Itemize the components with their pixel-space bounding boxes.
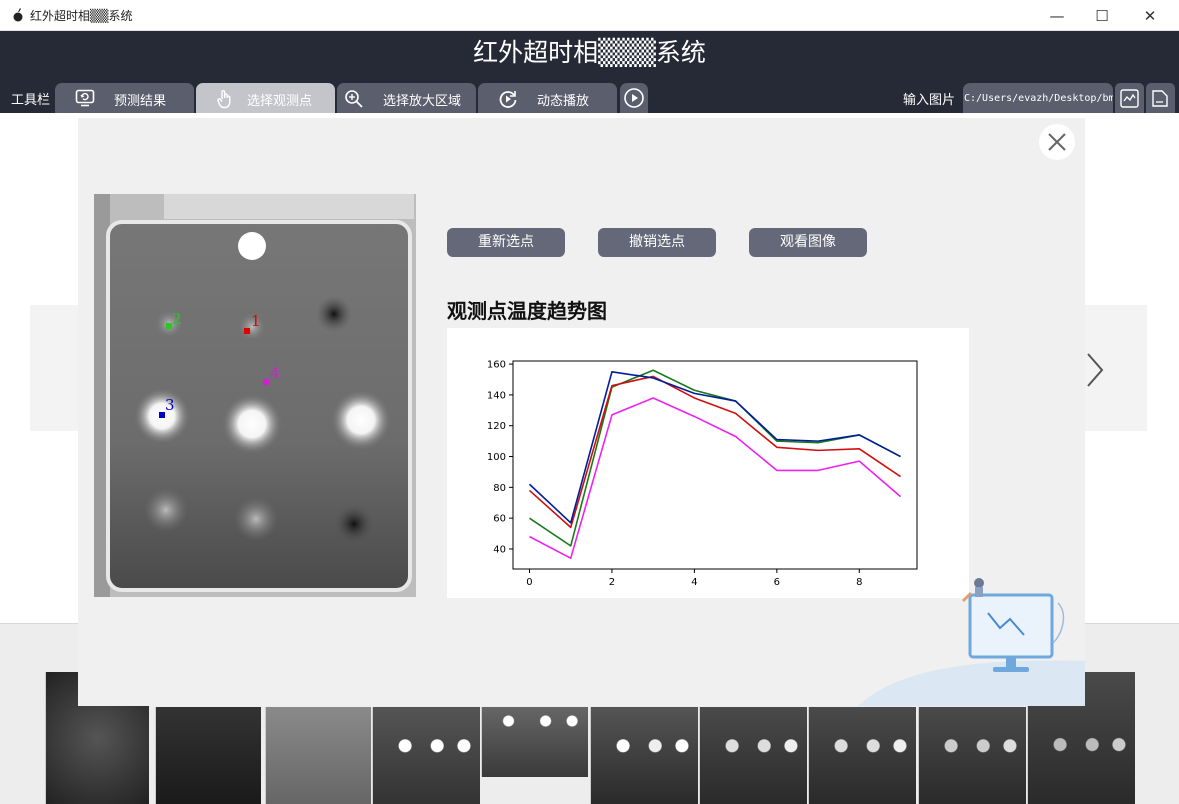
thumbnail[interactable]	[918, 707, 1026, 804]
app-window: 红外超时相▒▒系统 — ☐ ✕ 红外超时相▒▒▒系统 工具栏 预测结果 选择观测…	[0, 0, 1179, 804]
series-line-4	[528, 370, 901, 524]
open-file-button[interactable]	[1146, 83, 1175, 113]
thumbnail[interactable]	[265, 707, 371, 804]
y-tick-label: 160	[487, 360, 506, 371]
undo-point-button[interactable]: 撤销选点	[598, 228, 716, 257]
x-tick-label: 6	[774, 577, 780, 588]
infrared-image-canvas[interactable]: 1 2 3 4	[94, 194, 416, 597]
reselect-points-button[interactable]: 重新选点	[447, 228, 565, 257]
input-image-label: 输入图片	[903, 93, 956, 108]
select-point-button[interactable]: 选择观测点	[196, 83, 335, 113]
y-tick-label: 120	[487, 421, 506, 432]
select-zoom-area-button[interactable]: 选择放大区域	[337, 83, 476, 113]
y-tick-label: 40	[493, 544, 506, 555]
window-title-bar: 红外超时相▒▒系统 — ☐ ✕	[0, 0, 1179, 31]
y-tick-label: 140	[487, 390, 506, 401]
view-image-button[interactable]: 观看图像	[749, 228, 867, 257]
thumbnail[interactable]	[481, 707, 588, 777]
zoom-in-icon	[345, 90, 363, 108]
infrared-image[interactable]: 1 2 3 4	[94, 194, 416, 597]
close-icon	[1048, 133, 1066, 151]
series-line-2	[528, 375, 901, 529]
dynamic-play-button[interactable]: 动态播放	[478, 83, 617, 113]
app-title: 红外超时相▒▒▒系统	[473, 38, 706, 67]
thumbnail[interactable]	[699, 707, 807, 804]
x-tick-label: 0	[526, 577, 532, 588]
replay-icon	[499, 91, 517, 108]
select-point-label: 选择观测点	[247, 94, 313, 109]
open-file-icon	[1152, 90, 1168, 107]
play-button[interactable]	[620, 83, 648, 113]
monitor-refresh-icon	[75, 89, 95, 107]
point-label: 3	[165, 396, 175, 414]
thumbnail[interactable]	[155, 707, 261, 804]
chart-title: 观测点温度趋势图	[447, 299, 607, 323]
hand-pointer-icon	[217, 90, 231, 109]
predict-result-label: 预测结果	[114, 94, 167, 109]
app-header: 红外超时相▒▒▒系统 工具栏 预测结果 选择观测点 选择放大区域 动态播放 输入…	[0, 31, 1179, 113]
point-label: 1	[251, 312, 261, 330]
observation-point-dialog: 1 2 3 4 重新选点 撤销选点 观看图像 观测点温度趋势图 40 60 80…	[78, 118, 1085, 706]
chart-image-button[interactable]	[1115, 83, 1144, 113]
thumbnail[interactable]	[372, 707, 480, 804]
trend-chart-svg: 4060801001201401600 2 4 6 8	[487, 360, 918, 588]
select-zoom-area-label: 选择放大区域	[383, 94, 462, 109]
temperature-trend-chart: 40 60 80 100 120 140 160 0 2 4 6 8	[447, 328, 969, 598]
dynamic-play-label: 动态播放	[537, 94, 590, 109]
y-tick-label: 60	[493, 514, 506, 525]
predict-result-button[interactable]: 预测结果	[55, 83, 194, 113]
minimize-button[interactable]: —	[1035, 2, 1079, 29]
y-tick-label: 80	[493, 483, 506, 494]
chart-image-icon	[1120, 89, 1139, 108]
x-tick-label: 4	[691, 577, 697, 588]
maximize-button[interactable]: ☐	[1080, 2, 1124, 29]
thumbnail[interactable]	[808, 707, 916, 804]
window-title: 红外超时相▒▒系统	[30, 9, 133, 23]
thumbnail[interactable]	[590, 707, 698, 804]
close-window-button[interactable]: ✕	[1128, 2, 1172, 29]
toolbar-label: 工具栏	[11, 93, 51, 108]
dialog-close-button[interactable]	[1039, 124, 1075, 160]
play-circle-icon	[624, 88, 644, 108]
point-label: 2	[172, 310, 182, 328]
mascot-illustration	[858, 578, 1085, 706]
image-path-field[interactable]: C:/Users/evazh/Desktop/bmp	[963, 83, 1113, 113]
x-tick-label: 2	[609, 577, 615, 588]
app-logo-icon	[13, 8, 23, 22]
y-tick-label: 100	[487, 452, 506, 463]
point-label: 4	[270, 364, 280, 382]
